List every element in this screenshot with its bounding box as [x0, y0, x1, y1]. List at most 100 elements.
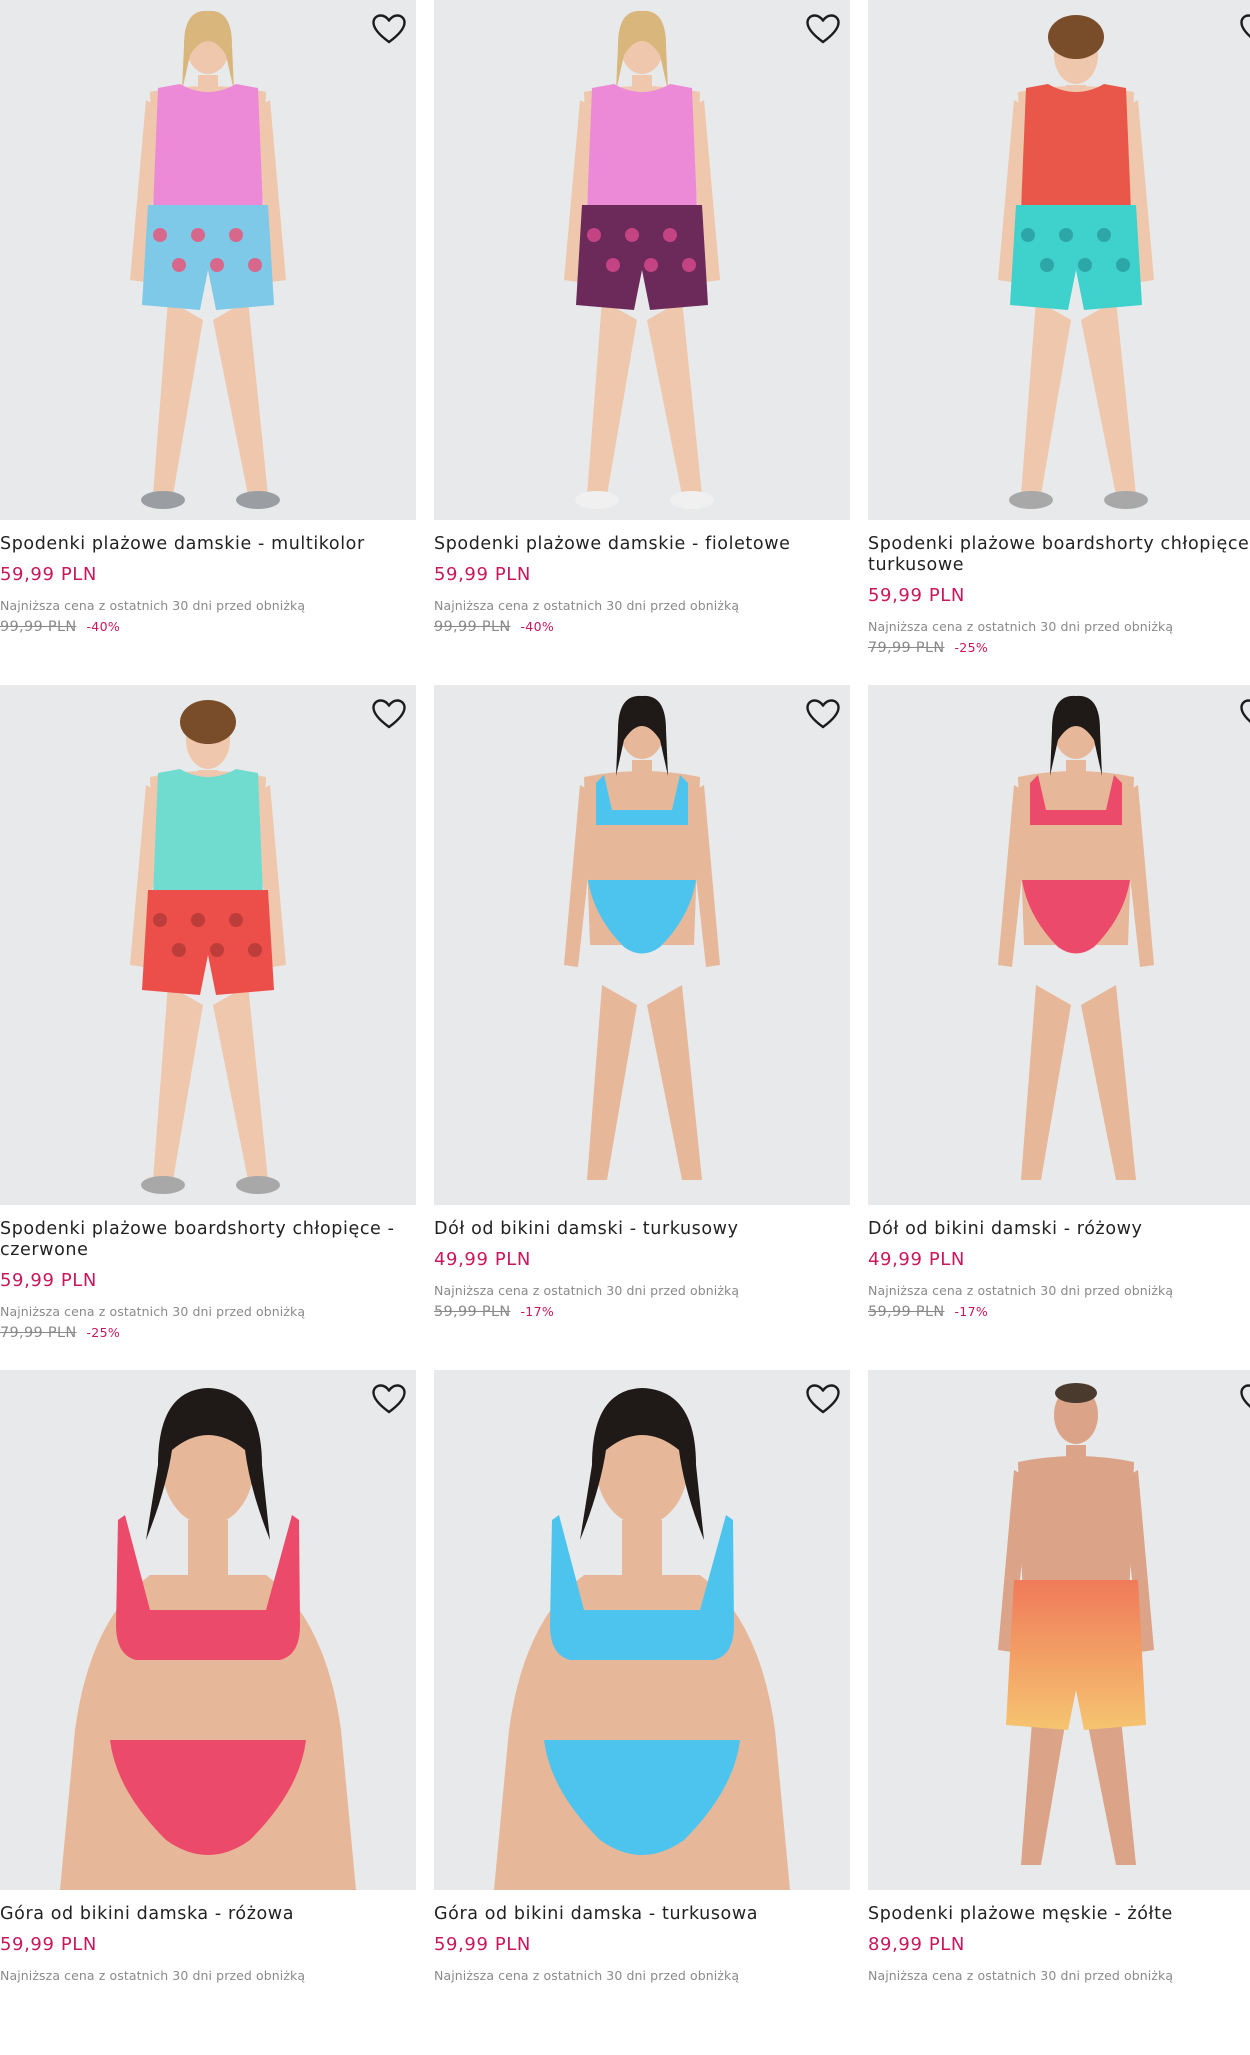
product-card[interactable]: Góra od bikini damska - turkusowa 59,99 … — [434, 1370, 850, 2055]
product-title[interactable]: Spodenki plażowe boardshorty chłopięce -… — [0, 1219, 416, 1261]
model-hair — [1055, 1383, 1097, 1403]
lowest-price-label: Najniższa cena z ostatnich 30 dni przed … — [434, 1968, 740, 1983]
wishlist-heart-icon[interactable] — [804, 10, 842, 48]
tank-top — [153, 84, 263, 210]
model-leg — [1021, 985, 1071, 1180]
shoe — [1009, 491, 1053, 509]
product-price: 59,99 PLN — [434, 564, 531, 585]
product-price: 49,99 PLN — [434, 1249, 531, 1270]
discount-badge: -25% — [954, 640, 988, 655]
product-photo-figure — [998, 695, 1154, 1180]
product-price: 59,99 PLN — [0, 564, 97, 585]
product-image[interactable] — [868, 1370, 1250, 1890]
shorts — [142, 205, 274, 310]
product-photo-figure — [998, 1383, 1154, 1865]
lowest-price-label: Najniższa cena z ostatnich 30 dni przed … — [0, 598, 306, 613]
product-price: 59,99 PLN — [434, 1934, 531, 1955]
product-image[interactable] — [434, 0, 850, 520]
product-image[interactable] — [868, 685, 1250, 1205]
product-image[interactable] — [434, 685, 850, 1205]
lowest-price-label: Najniższa cena z ostatnich 30 dni przed … — [434, 1283, 740, 1298]
old-price-row: 99,99 PLN -40% — [434, 619, 850, 635]
product-title[interactable]: Spodenki plażowe damskie - multikolor — [0, 534, 416, 555]
model-leg — [153, 985, 203, 1180]
model-hair — [1048, 15, 1104, 59]
lowest-price-label: Najniższa cena z ostatnich 30 dni przed … — [434, 598, 740, 613]
model-leg — [587, 300, 637, 495]
product-price: 89,99 PLN — [868, 1934, 965, 1955]
product-image[interactable] — [0, 1370, 416, 1890]
product-title[interactable]: Spodenki plażowe damskie - fioletowe — [434, 534, 850, 555]
product-title[interactable]: Dół od bikini damski - turkusowy — [434, 1219, 850, 1240]
tank-top — [587, 84, 697, 210]
shorts — [1010, 205, 1142, 310]
product-price: 49,99 PLN — [868, 1249, 965, 1270]
product-price: 59,99 PLN — [868, 585, 965, 606]
wishlist-heart-icon[interactable] — [1238, 1380, 1250, 1418]
product-info: Spodenki plażowe boardshorty chłopięce -… — [0, 1205, 416, 1341]
shorts — [142, 890, 274, 995]
product-photo-figure — [998, 15, 1154, 509]
model-leg — [1021, 300, 1071, 495]
product-image[interactable] — [434, 1370, 850, 1890]
product-photo-figure — [494, 1388, 790, 1890]
product-image[interactable] — [868, 0, 1250, 520]
product-card[interactable]: Spodenki plażowe męskie - żółte 89,99 PL… — [868, 1370, 1250, 2055]
discount-badge: -17% — [520, 1304, 554, 1319]
wishlist-heart-icon[interactable] — [370, 695, 408, 733]
lowest-price-label: Najniższa cena z ostatnich 30 dni przed … — [0, 1304, 306, 1319]
old-price-row: 59,99 PLN -17% — [434, 1304, 850, 1320]
product-photo-figure — [564, 695, 720, 1180]
product-image[interactable] — [0, 0, 416, 520]
product-price: 59,99 PLN — [0, 1934, 97, 1955]
lowest-price-label: Najniższa cena z ostatnich 30 dni przed … — [868, 1968, 1174, 1983]
wishlist-heart-icon[interactable] — [1238, 695, 1250, 733]
product-card[interactable]: Spodenki plażowe boardshorty chłopięce -… — [868, 0, 1250, 685]
product-title[interactable]: Dół od bikini damski - różowy — [868, 1219, 1250, 1240]
old-price: 59,99 PLN — [434, 1304, 511, 1320]
old-price-row: 79,99 PLN -25% — [868, 640, 1250, 656]
wishlist-heart-icon[interactable] — [804, 1380, 842, 1418]
product-info: Spodenki plażowe boardshorty chłopięce -… — [868, 520, 1250, 656]
shoe — [575, 491, 619, 509]
product-photo-figure — [60, 1388, 356, 1890]
wishlist-heart-icon[interactable] — [1238, 10, 1250, 48]
wishlist-heart-icon[interactable] — [370, 10, 408, 48]
product-card[interactable]: Dół od bikini damski - różowy 49,99 PLN … — [868, 685, 1250, 1370]
product-title[interactable]: Spodenki plażowe męskie - żółte — [868, 1904, 1250, 1925]
old-price-row: 59,99 PLN -17% — [868, 1304, 1250, 1320]
product-title[interactable]: Góra od bikini damska - różowa — [0, 1904, 416, 1925]
wishlist-heart-icon[interactable] — [370, 1380, 408, 1418]
product-card[interactable]: Dół od bikini damski - turkusowy 49,99 P… — [434, 685, 850, 1370]
product-info: Spodenki plażowe damskie - multikolor 59… — [0, 520, 416, 635]
wishlist-heart-icon[interactable] — [804, 695, 842, 733]
product-info: Góra od bikini damska - turkusowa 59,99 … — [434, 1890, 850, 1989]
product-card[interactable]: Góra od bikini damska - różowa 59,99 PLN… — [0, 1370, 416, 2055]
old-price: 99,99 PLN — [0, 619, 77, 635]
lowest-price-label: Najniższa cena z ostatnich 30 dni przed … — [868, 1283, 1174, 1298]
product-price: 59,99 PLN — [0, 1270, 97, 1291]
old-price: 79,99 PLN — [868, 640, 945, 656]
shoe — [141, 1176, 185, 1194]
product-image[interactable] — [0, 685, 416, 1205]
old-price: 99,99 PLN — [434, 619, 511, 635]
product-title[interactable]: Góra od bikini damska - turkusowa — [434, 1904, 850, 1925]
discount-badge: -40% — [86, 619, 120, 634]
tank-top — [153, 769, 263, 895]
old-price: 79,99 PLN — [0, 1325, 77, 1341]
product-card[interactable]: Spodenki plażowe boardshorty chłopięce -… — [0, 685, 416, 1370]
product-card[interactable]: Spodenki plażowe damskie - multikolor 59… — [0, 0, 416, 685]
lowest-price-label: Najniższa cena z ostatnich 30 dni przed … — [0, 1968, 306, 1983]
product-info: Dół od bikini damski - różowy 49,99 PLN … — [868, 1205, 1250, 1320]
tank-top — [1021, 84, 1131, 210]
product-info: Dół od bikini damski - turkusowy 49,99 P… — [434, 1205, 850, 1320]
product-photo-figure — [564, 10, 720, 509]
lowest-price-label: Najniższa cena z ostatnich 30 dni przed … — [868, 619, 1174, 634]
product-info: Góra od bikini damska - różowa 59,99 PLN… — [0, 1890, 416, 1989]
product-title[interactable]: Spodenki plażowe boardshorty chłopięce -… — [868, 534, 1250, 576]
discount-badge: -40% — [520, 619, 554, 634]
shorts — [1006, 1580, 1146, 1730]
product-card[interactable]: Spodenki plażowe damskie - fioletowe 59,… — [434, 0, 850, 685]
product-info: Spodenki plażowe męskie - żółte 89,99 PL… — [868, 1890, 1250, 1989]
old-price-row: 99,99 PLN -40% — [0, 619, 416, 635]
